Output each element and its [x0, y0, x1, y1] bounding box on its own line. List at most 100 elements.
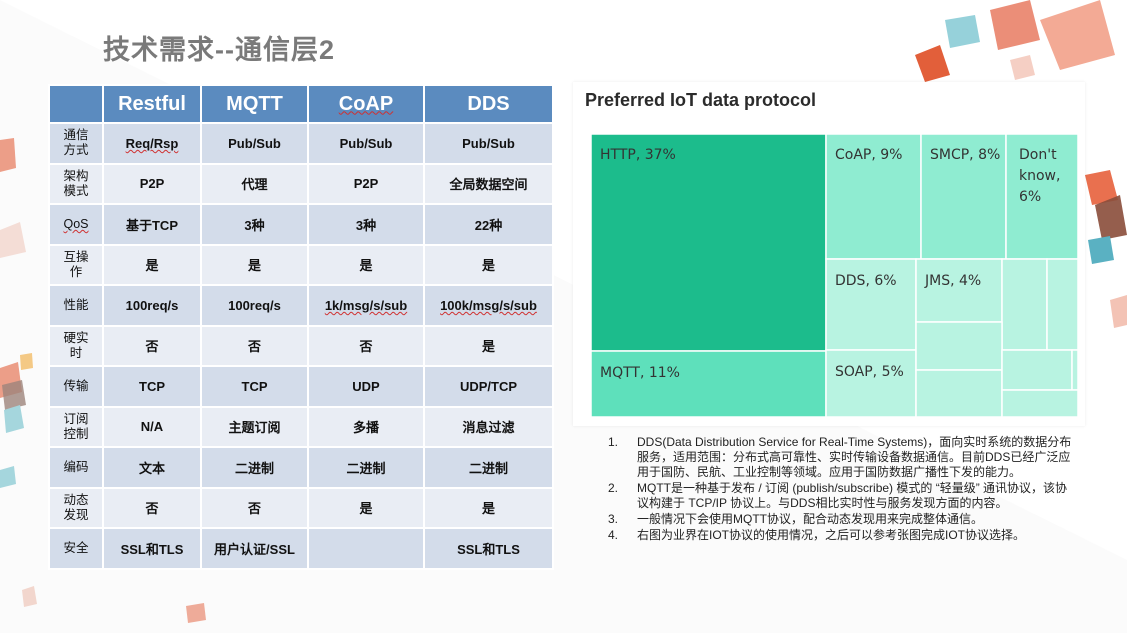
table-cell: Pub/Sub: [307, 122, 425, 165]
treemap-label-dds: DDS, 6%: [835, 273, 897, 289]
cell-text: 100req/s: [228, 297, 281, 313]
table-cell: 主题订阅: [200, 405, 309, 448]
treemap-label-soap: SOAP, 5%: [835, 364, 904, 380]
list-item-text: MQTT是一种基于发布 / 订阅 (publish/subscribe) 模式的…: [637, 481, 1068, 510]
protocol-comparison-table: Restful MQTT CoAP DDS 通信 方式 Req/Rsp Pub/Sub…: [48, 84, 554, 570]
table-cell: UDP/TCP: [423, 365, 554, 408]
table-cell: 消息过滤: [423, 405, 554, 448]
table-cell: 100req/s: [200, 284, 309, 327]
cell-text: Pub/Sub: [228, 135, 281, 151]
table-row: QoS 基于TCP 3种 3种 22种: [48, 203, 554, 246]
table-row: 互操作 是 是 是 是: [48, 243, 554, 286]
slide-title: 技术需求--通信层2: [103, 35, 335, 65]
table-cell: 否: [200, 324, 309, 367]
cell-text: 100req/s: [125, 297, 179, 313]
table-cell: SSL和TLS: [102, 527, 202, 570]
confetti-shape: [1110, 295, 1127, 328]
table-cell: 3种: [200, 203, 309, 246]
cell-text: UDP/TCP: [459, 378, 518, 394]
cell-text: 3种: [244, 217, 265, 233]
row-label-line: 互操: [63, 249, 89, 264]
list-item: 3. 一般情况下会使用MQTT协议，配合动态发现用来完成整体通信。: [608, 512, 1078, 527]
table-cell: TCP: [102, 365, 202, 408]
table-row: 订阅 控制 N/A 主题订阅 多播 消息过滤: [48, 405, 554, 448]
row-label-line: QoS: [63, 216, 89, 231]
table-cell: 是: [423, 243, 554, 286]
list-item-text: 一般情况下会使用MQTT协议，配合动态发现用来完成整体通信。: [637, 512, 983, 526]
row-label-line: 编码: [63, 459, 89, 474]
row-label: 传输: [48, 365, 104, 408]
table-cell: P2P: [102, 162, 202, 205]
row-label-line: 控制: [63, 426, 89, 441]
header-cell-restful: Restful: [102, 84, 202, 124]
list-item-number: 4.: [608, 528, 619, 542]
cell-text: 基于TCP: [125, 217, 178, 233]
list-item-number: 2.: [608, 481, 619, 495]
cell-text: 代理: [241, 177, 268, 193]
confetti-shape: [1040, 0, 1115, 70]
cell-text: 是: [481, 501, 495, 517]
table-cell: 用户认证/SSL: [200, 527, 309, 570]
header-cell-mqtt: MQTT: [200, 84, 309, 124]
treemap-tile-other: [1001, 349, 1073, 391]
cell-text: 文本: [138, 460, 165, 476]
row-label-line: 作: [69, 264, 83, 279]
row-label: 安全: [48, 527, 104, 570]
table-cell: Pub/Sub: [423, 122, 554, 165]
table-row: 编码 文本 二进制 二进制 二进制: [48, 446, 554, 489]
treemap-label-coap: CoAP, 9%: [835, 147, 902, 163]
list-item-number: 3.: [608, 512, 619, 526]
cell-text: 1k/msg/s/sub: [324, 297, 408, 313]
row-label-line: 时: [69, 345, 83, 360]
table-cell: 二进制: [307, 446, 425, 489]
treemap-label-jms: JMS, 4%: [924, 273, 981, 289]
cell-text: 否: [145, 501, 159, 517]
cell-text: 二进制: [234, 460, 274, 476]
table-header-row: Restful MQTT CoAP DDS: [48, 84, 554, 124]
row-label-line: 发现: [63, 507, 89, 522]
list-item: 1. DDS(Data Distribution Service for Real…: [608, 435, 1078, 480]
table-cell: 是: [307, 243, 425, 286]
table-cell: 是: [423, 324, 554, 367]
row-label-line: 模式: [63, 183, 89, 198]
cell-text: 3种: [355, 217, 377, 233]
cell-text: 100k/msg/s/sub: [440, 297, 537, 313]
cell-text: 是: [481, 339, 495, 355]
table-cell: Pub/Sub: [200, 122, 309, 165]
table-row: 安全 SSL和TLS 用户认证/SSL SSL和TLS: [48, 527, 554, 570]
table-row: 硬实时 否 否 否 是: [48, 324, 554, 367]
row-label-line: 传输: [63, 378, 89, 393]
cell-text: SSL和TLS: [120, 541, 184, 557]
table-cell: P2P: [307, 162, 425, 205]
cell-text: 主题订阅: [228, 420, 281, 436]
table-cell: 代理: [200, 162, 309, 205]
cell-text: 用户认证/SSL: [214, 541, 295, 557]
treemap-tile-other: [1001, 389, 1079, 418]
table-cell: N/A: [102, 405, 202, 448]
row-label-line: 硬实: [63, 330, 89, 345]
row-label-line: 通信: [63, 128, 89, 143]
table-cell: 基于TCP: [102, 203, 202, 246]
treemap-tile-mqtt: [590, 350, 827, 418]
treemap-tile-other: [1001, 258, 1048, 351]
cell-text: 22种: [474, 217, 503, 233]
confetti-shape: [990, 0, 1040, 50]
notes-list: 1. DDS(Data Distribution Service for Real…: [608, 435, 1078, 544]
confetti-shape: [1088, 236, 1114, 264]
chart-panel: Preferred IoT data protocol HTTP, 37% MQT…: [573, 82, 1085, 426]
row-label-line: 订阅: [63, 411, 89, 426]
table-cell: 多播: [307, 405, 425, 448]
table-cell: 否: [102, 486, 202, 529]
row-label-line: 方式: [63, 143, 89, 158]
table-cell: [307, 527, 425, 570]
treemap-tile-other: [1046, 258, 1079, 351]
cell-text: 否: [359, 339, 373, 355]
treemap-tile-http: [590, 133, 827, 352]
row-label: 通信 方式: [48, 122, 104, 165]
cell-text: 多播: [352, 420, 379, 436]
treemap-chart: HTTP, 37%MQTT, 11%CoAP, 9% SMCP, 8% Don't k…: [590, 133, 1079, 418]
table-row: 通信 方式 Req/Rsp Pub/Sub Pub/Sub Pub/Sub: [48, 122, 554, 165]
slide: 技术需求--通信层2 Restful MQTT CoAP DDS 通信 方式 Req…: [0, 0, 1127, 633]
row-label: 性能: [48, 284, 104, 327]
cell-text: SSL和TLS: [457, 541, 520, 557]
